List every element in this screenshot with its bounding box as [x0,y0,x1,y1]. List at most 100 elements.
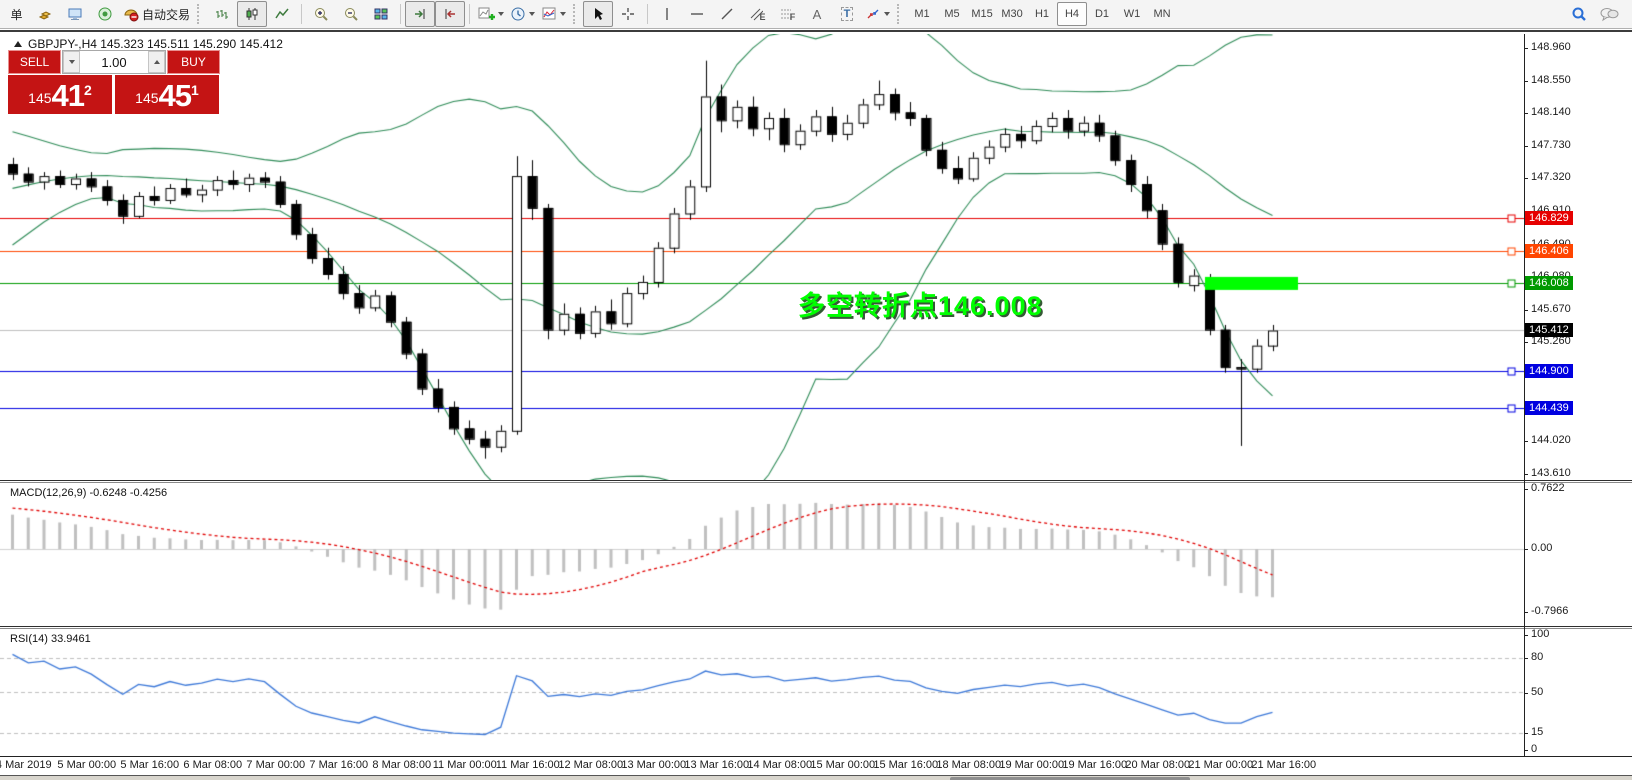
auto-scroll-button[interactable] [405,1,435,27]
bar-chart-icon [214,6,230,22]
axis-tick-mark [1524,81,1528,82]
mt4-window: 单 自动交易 [0,0,1632,780]
zoom-out-button[interactable] [336,1,366,27]
chart-area: GBPJPY-,H4 145.323 145.511 145.290 145.4… [0,30,1632,780]
time-axis-label: 11 Mar 16:00 [496,759,560,771]
timeframe-m15-button[interactable]: M15 [967,2,997,26]
axis-tick-mark [1524,310,1528,311]
dropdown-caret-icon [498,12,504,16]
auto-scroll-icon [412,6,428,22]
text-tool-glyph: A [813,7,822,22]
toolbar-grip[interactable] [197,4,204,24]
axis-tick-mark [1524,113,1528,114]
timeframe-m5-button[interactable]: M5 [937,2,967,26]
terminal-button[interactable] [60,1,90,27]
time-axis-label: 13 Mar 00:00 [621,759,686,771]
rsi-tick-label: 15 [1531,726,1543,738]
zoom-in-button[interactable] [306,1,336,27]
search-button[interactable] [1564,1,1594,27]
timeframe-d1-button[interactable]: D1 [1087,2,1117,26]
volume-increase-button[interactable] [148,51,165,73]
periods-button[interactable] [507,1,538,27]
one-click-trade-panel: SELL BUY 145412 145451 [8,50,220,114]
arrows-tool-button[interactable] [862,1,893,27]
price-tick-label: 148.960 [1531,41,1571,53]
chart-scrollbar[interactable] [0,775,1632,780]
timeframe-mn-button[interactable]: MN [1147,2,1177,26]
text-label-button[interactable]: T [832,1,862,27]
sell-button[interactable]: SELL [8,50,61,74]
time-axis-label: 21 Mar 16:00 [1251,759,1316,771]
collapse-panel-arrow-icon[interactable] [14,41,22,47]
rsi-pane-canvas[interactable] [0,629,1524,756]
horizontal-line-button[interactable] [682,1,712,27]
chart-shift-icon [442,6,458,22]
crosshair-button[interactable] [613,1,643,27]
vertical-line-icon [659,6,675,22]
buy-button[interactable]: BUY [167,50,220,74]
time-axis-label: 14 Mar 08:00 [747,759,812,771]
toolbar-grip[interactable] [897,4,904,24]
timeframe-m1-button[interactable]: M1 [907,2,937,26]
axis-tick-mark [1524,693,1528,694]
cursor-button[interactable] [583,1,613,27]
axis-tick-mark [1524,441,1528,442]
bar-chart-button[interactable] [207,1,237,27]
signals-button[interactable] [90,1,120,27]
volume-input[interactable] [80,51,148,73]
sell-price-display[interactable]: 145412 [8,75,112,114]
add-indicator-button[interactable] [474,1,507,27]
buy-price-display[interactable]: 145451 [115,75,219,114]
time-axis-label: 13 Mar 16:00 [684,759,749,771]
macd-tick-label: -0.7966 [1531,605,1568,617]
level-price-tag: 144.900 [1525,364,1573,378]
axis-tick-mark [1524,635,1528,636]
level-price-tag: 146.829 [1525,211,1573,225]
timeframe-m30-button[interactable]: M30 [997,2,1027,26]
line-chart-button[interactable] [267,1,297,27]
price-tick-label: 145.670 [1531,303,1571,315]
profiles-button[interactable] [30,1,60,27]
templates-button[interactable] [538,1,569,27]
fibonacci-glyph: F [790,12,796,22]
tile-windows-icon [373,6,389,22]
channel-button[interactable]: E [742,1,772,27]
autotrade-button[interactable]: 自动交易 [120,1,193,27]
text-label-glyph: T [841,7,854,21]
add-indicator-icon [477,6,495,22]
gold-bars-icon [37,6,53,22]
time-axis-label: 4 Mar 2019 [0,759,52,771]
chat-button[interactable] [1594,1,1624,27]
candlestick-chart-button[interactable] [237,1,267,27]
volume-decrease-button[interactable] [63,51,80,73]
toolbar-grip[interactable] [573,4,580,24]
trendline-button[interactable] [712,1,742,27]
caret-up-icon [154,60,160,64]
fibonacci-button[interactable]: F [772,1,802,27]
dropdown-caret-icon [529,12,535,16]
rsi-tick-label: 80 [1531,651,1543,663]
timeframe-h1-button[interactable]: H1 [1027,2,1057,26]
tile-windows-button[interactable] [366,1,396,27]
autotrade-icon [123,6,139,22]
price-tick-label: 144.020 [1531,434,1571,446]
timeframe-h4-button[interactable]: H4 [1057,2,1087,26]
timeframe-w1-button[interactable]: W1 [1117,2,1147,26]
time-axis-label: 15 Mar 00:00 [810,759,875,771]
rsi-tick-label: 100 [1531,628,1549,640]
symbol-ohlc-text: GBPJPY-,H4 145.323 145.511 145.290 145.4… [28,37,283,51]
text-tool-button[interactable]: A [802,1,832,27]
main-chart-canvas[interactable] [0,34,1524,480]
new-order-button[interactable]: 单 [0,1,30,27]
terminal-icon [67,6,83,22]
line-chart-icon [274,6,290,22]
time-axis-label: 7 Mar 16:00 [309,759,368,771]
crosshair-icon [620,6,636,22]
chart-shift-button[interactable] [435,1,465,27]
macd-pane-canvas[interactable] [0,483,1524,626]
axis-tick-mark [1524,549,1528,550]
price-tick-label: 148.550 [1531,74,1571,86]
axis-tick-mark [1524,342,1528,343]
toolbar-separator [400,4,401,24]
vertical-line-button[interactable] [652,1,682,27]
